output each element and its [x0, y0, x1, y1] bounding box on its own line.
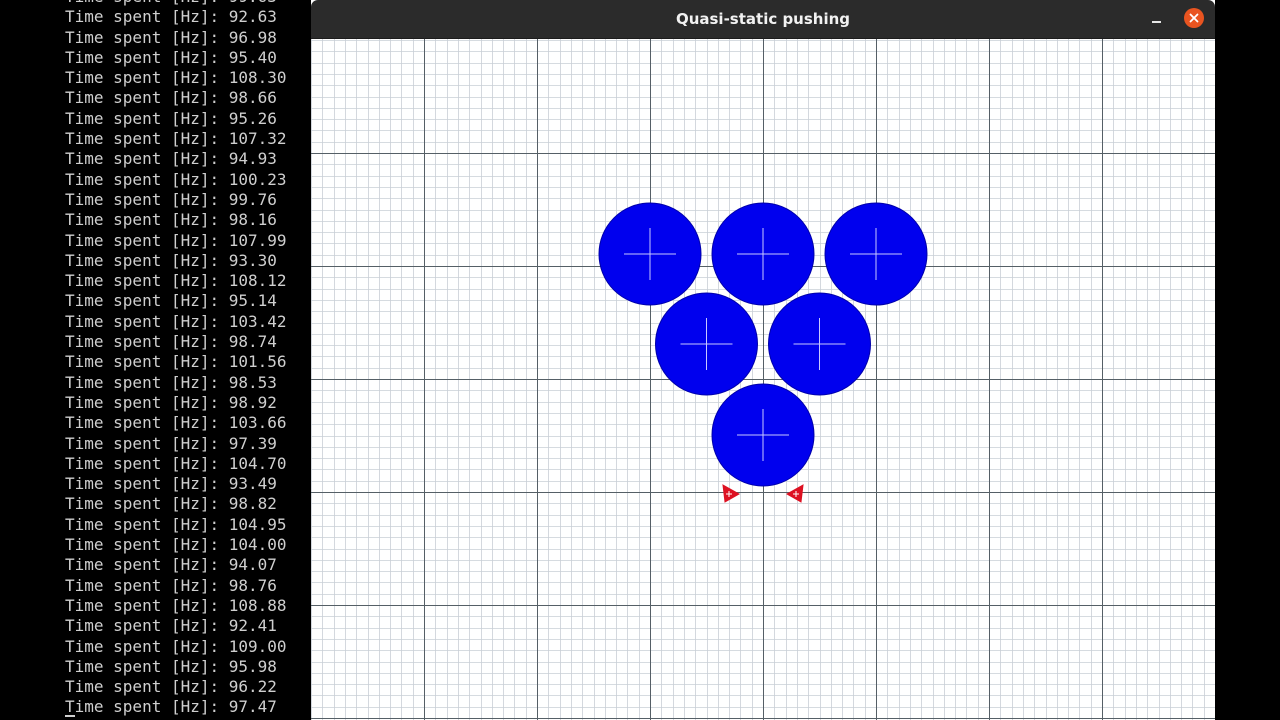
- terminal-line: Time spent [Hz]: 96.98: [65, 27, 277, 47]
- terminal-line: Time spent [Hz]: 104.00: [65, 535, 287, 555]
- terminal-line: Time spent [Hz]: 98.66: [65, 88, 277, 108]
- simulation-window: Quasi-static pushing: [311, 0, 1215, 720]
- terminal-output: Time spent [Hz]: 99.63Time spent [Hz]: 9…: [65, 0, 287, 718]
- minimize-button[interactable]: [1146, 9, 1166, 29]
- minimize-icon: [1152, 21, 1161, 23]
- terminal-line: Time spent [Hz]: 95.14: [65, 291, 277, 311]
- terminal-line: Time spent [Hz]: 107.99: [65, 230, 287, 250]
- window-titlebar[interactable]: Quasi-static pushing: [311, 0, 1215, 39]
- terminal-line: Time spent [Hz]: 109.00: [65, 636, 287, 656]
- terminal-line: Time spent [Hz]: 98.74: [65, 332, 277, 352]
- terminal-line: Time spent [Hz]: 103.42: [65, 311, 287, 331]
- close-button[interactable]: [1184, 8, 1204, 28]
- terminal-line: Time spent [Hz]: 92.63: [65, 7, 277, 27]
- terminal-line: Time spent [Hz]: 108.88: [65, 595, 287, 615]
- terminal-line: Time spent [Hz]: 101.56: [65, 352, 287, 372]
- terminal-line: Time spent [Hz]: 97.47: [65, 697, 277, 717]
- window-title: Quasi-static pushing: [675, 10, 851, 28]
- terminal-line: Time spent [Hz]: 103.66: [65, 413, 287, 433]
- terminal-line: Time spent [Hz]: 98.76: [65, 575, 277, 595]
- terminal-line: Time spent [Hz]: 93.49: [65, 474, 277, 494]
- terminal-line: Time spent [Hz]: 95.40: [65, 47, 277, 67]
- terminal-line: Time spent [Hz]: 96.22: [65, 677, 277, 697]
- terminal-line: Time spent [Hz]: 98.92: [65, 392, 277, 412]
- terminal-line: Time spent [Hz]: 94.07: [65, 555, 277, 575]
- simulation-canvas[interactable]: [311, 39, 1215, 720]
- terminal-line: Time spent [Hz]: 93.30: [65, 250, 277, 270]
- terminal-line: Time spent [Hz]: 92.41: [65, 616, 277, 636]
- terminal-line: Time spent [Hz]: 98.53: [65, 372, 277, 392]
- terminal-line: Time spent [Hz]: 98.82: [65, 494, 277, 514]
- terminal-cursor: [65, 715, 75, 717]
- close-icon: [1189, 13, 1199, 23]
- terminal-line: Time spent [Hz]: 108.30: [65, 68, 287, 88]
- terminal-line: Time spent [Hz]: 104.70: [65, 453, 287, 473]
- terminal-line: Time spent [Hz]: 94.93: [65, 149, 277, 169]
- terminal-line: Time spent [Hz]: 98.16: [65, 210, 277, 230]
- terminal-line: Time spent [Hz]: 95.98: [65, 656, 277, 676]
- terminal-line: Time spent [Hz]: 100.23: [65, 169, 287, 189]
- terminal-line: Time spent [Hz]: 97.39: [65, 433, 277, 453]
- terminal-line: Time spent [Hz]: 107.32: [65, 129, 287, 149]
- terminal-line: Time spent [Hz]: 104.95: [65, 514, 287, 534]
- terminal-line: Time spent [Hz]: 108.12: [65, 271, 287, 291]
- terminal-line: Time spent [Hz]: 99.76: [65, 189, 277, 209]
- terminal-line: Time spent [Hz]: 95.26: [65, 108, 277, 128]
- terminal-line: Time spent [Hz]: 99.63: [65, 0, 287, 7]
- scene-view[interactable]: [311, 39, 1215, 720]
